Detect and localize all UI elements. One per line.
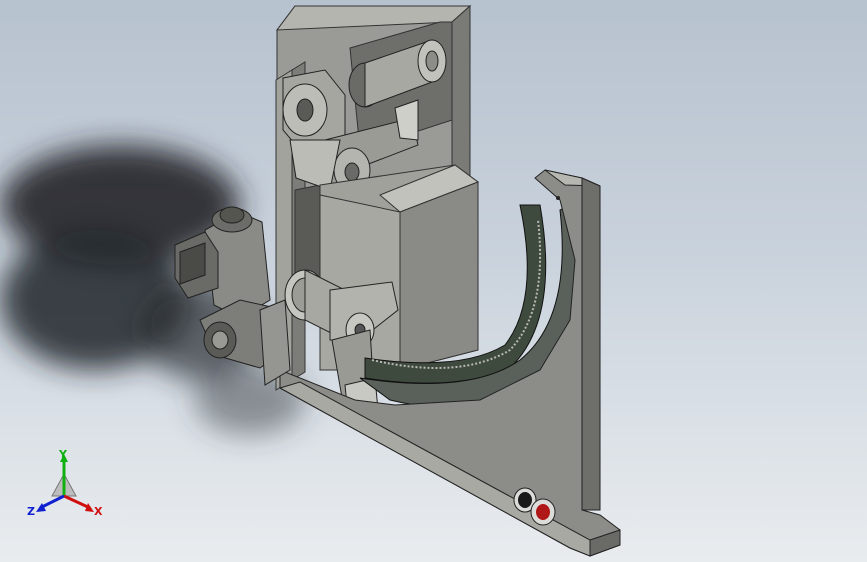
x-axis-label: X [94,505,103,518]
z-axis-label: Z [27,505,35,518]
x-axis-arrow [85,503,94,512]
coordinate-triad: Y X Z [27,448,103,518]
y-axis-label: Y [58,448,68,461]
x-axis-line [63,494,91,510]
model-render[interactable] [0,0,867,562]
graphics-viewport[interactable]: Y X Z [0,0,867,562]
